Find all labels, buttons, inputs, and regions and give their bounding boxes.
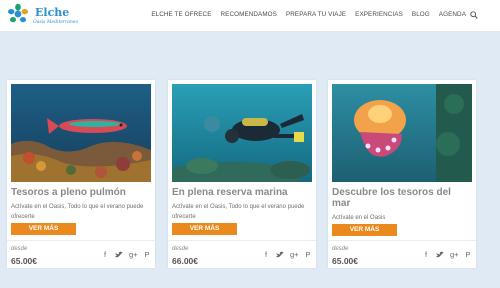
twitter-icon[interactable]	[115, 251, 123, 258]
card-title[interactable]: Tesoros a pleno pulmón	[11, 187, 151, 198]
price: 65.00€	[11, 256, 37, 266]
top-navigation: Elche Oasis Mediterráneo ELCHE TE OFRECE…	[0, 0, 500, 32]
nav-item-agenda[interactable]: AGENDA	[439, 11, 466, 18]
share-buttons: f g+ P	[422, 250, 472, 259]
card-description: Actívate en el Oasis, Todo lo que el ver…	[11, 204, 144, 220]
nav-item-experiencias[interactable]: EXPERIENCIAS	[355, 11, 403, 18]
card-description: Actívate en el Oasis, Todo lo que el ver…	[172, 204, 305, 220]
card-title[interactable]: Descubre los tesoros del mar	[332, 187, 472, 209]
nav-item-elche-te-ofrece[interactable]: ELCHE TE OFRECE	[151, 11, 211, 18]
nav-item-blog[interactable]: BLOG	[412, 11, 430, 18]
nav-item-prepara-tu-viaje[interactable]: PREPARA TU VIAJE	[286, 11, 346, 18]
price-prefix: desde	[172, 246, 189, 252]
logo[interactable]: Elche Oasis Mediterráneo	[6, 3, 80, 29]
main-nav: ELCHE TE OFRECE RECOMENDAMOS PREPARA TU …	[151, 11, 466, 18]
fish-photo	[11, 84, 151, 182]
price-prefix: desde	[11, 246, 28, 252]
card-title[interactable]: En plena reserva marina	[172, 187, 312, 198]
price: 65.00€	[332, 256, 358, 266]
twitter-icon[interactable]	[436, 251, 444, 258]
divider	[328, 240, 476, 241]
pinterest-icon[interactable]: P	[304, 250, 312, 259]
price: 66.00€	[172, 256, 198, 266]
card-image-fish[interactable]	[11, 84, 151, 182]
ver-mas-button[interactable]: VER MÁS	[11, 223, 76, 235]
experience-card: En plena reserva marina Actívate en el O…	[168, 80, 316, 268]
experience-card: Tesoros a pleno pulmón Actívate en el Oa…	[7, 80, 155, 268]
flower-logo-icon	[8, 3, 28, 23]
card-description: Actívate en el Oasis	[332, 215, 386, 221]
divider	[168, 240, 316, 241]
search-icon[interactable]	[470, 11, 478, 19]
card-image-jellyfish[interactable]	[332, 84, 472, 182]
share-buttons: f g+ P	[101, 250, 151, 259]
pinterest-icon[interactable]: P	[464, 250, 472, 259]
nav-item-recomendamos[interactable]: RECOMENDAMOS	[221, 11, 277, 18]
facebook-icon[interactable]: f	[101, 250, 109, 259]
google-plus-icon[interactable]: g+	[450, 250, 459, 259]
google-plus-icon[interactable]: g+	[129, 250, 138, 259]
card-image-diver[interactable]	[172, 84, 312, 182]
pinterest-icon[interactable]: P	[143, 250, 151, 259]
twitter-icon[interactable]	[276, 251, 284, 258]
logo-text: Elche	[35, 6, 70, 19]
facebook-icon[interactable]: f	[262, 250, 270, 259]
ver-mas-button[interactable]: VER MÁS	[172, 223, 237, 235]
share-buttons: f g+ P	[262, 250, 312, 259]
price-prefix: desde	[332, 246, 349, 252]
diver-photo	[172, 84, 312, 182]
divider	[7, 240, 155, 241]
ver-mas-button[interactable]: VER MÁS	[332, 224, 397, 236]
jellyfish-photo	[332, 84, 472, 182]
google-plus-icon[interactable]: g+	[290, 250, 299, 259]
experience-card: Descubre los tesoros del mar Actívate en…	[328, 80, 476, 268]
facebook-icon[interactable]: f	[422, 250, 430, 259]
logo-subtitle: Oasis Mediterráneo	[33, 20, 79, 25]
